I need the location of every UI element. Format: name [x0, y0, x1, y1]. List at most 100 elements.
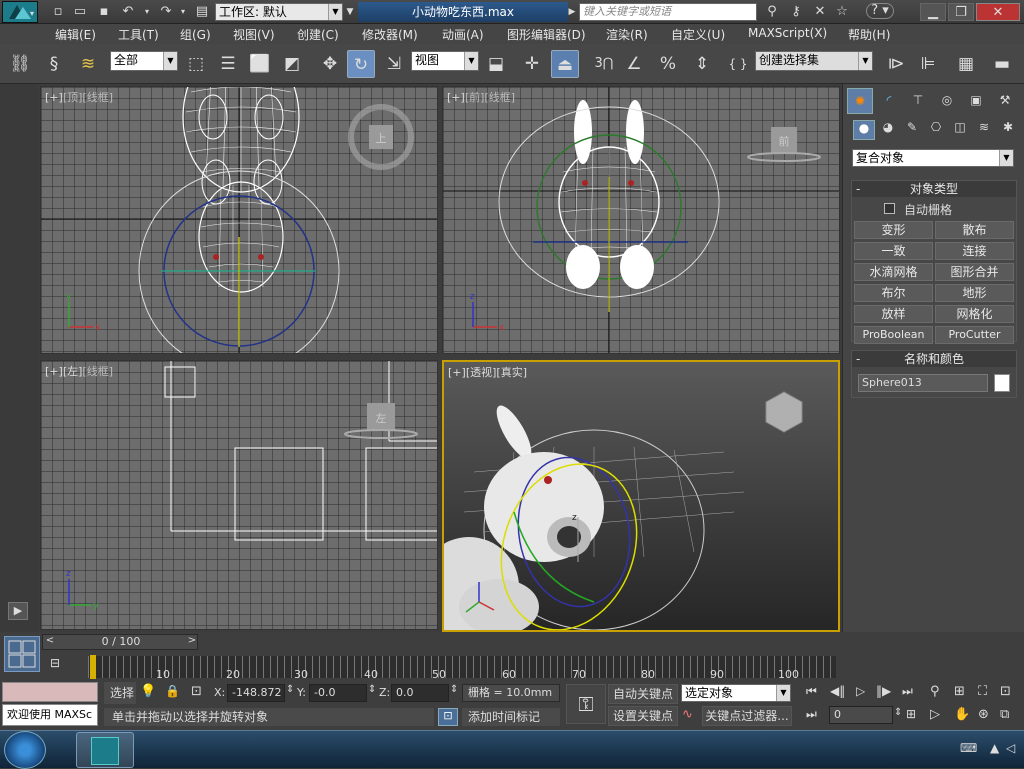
name-and-color-header[interactable]: - 名称和颜色: [852, 351, 1016, 367]
key-tangent-icon[interactable]: ∿: [682, 707, 700, 722]
viewport-top[interactable]: 上 x y [+][顶][线框]: [40, 86, 438, 354]
select-and-manipulate-icon[interactable]: ✛: [518, 50, 546, 78]
create-tab-icon[interactable]: ✺: [847, 88, 873, 114]
selection-filter-dropdown[interactable]: 全部 ▼: [110, 51, 178, 71]
menu-group[interactable]: 组(G): [180, 26, 211, 43]
go-to-start-icon[interactable]: ⏮: [806, 684, 817, 699]
redo-dropdown-icon[interactable]: ▾: [178, 3, 188, 21]
viewport-perspective[interactable]: z [+][透视][真实]: [442, 360, 840, 632]
orbit-icon[interactable]: ⊛: [978, 707, 989, 722]
keyboard-shortcut-override-icon[interactable]: ⏏: [551, 50, 579, 78]
viewport-shading[interactable]: [真实]: [496, 366, 527, 379]
x-spinner-icon[interactable]: ⇕: [286, 684, 294, 695]
frame-spinner-icon[interactable]: ⇕: [894, 707, 902, 718]
play-icon[interactable]: ▷: [856, 684, 865, 698]
viewport-point-of-view[interactable]: [透视]: [466, 366, 497, 379]
select-and-link-icon[interactable]: ⛓: [6, 50, 34, 78]
close-button[interactable]: ✕: [976, 3, 1020, 21]
unlink-selection-icon[interactable]: §: [40, 50, 68, 78]
go-to-end-icon[interactable]: ⏭: [902, 684, 913, 699]
current-frame-input[interactable]: 0: [829, 706, 893, 724]
menu-tools[interactable]: 工具(T): [118, 26, 159, 43]
taskbar-3dsmax-button[interactable]: [76, 732, 134, 768]
helpers-icon[interactable]: ◫: [949, 120, 971, 134]
snaps-toggle-icon[interactable]: 3⋂: [590, 50, 618, 78]
menu-rendering[interactable]: 渲染(R): [606, 26, 648, 43]
connect-button[interactable]: 连接: [935, 242, 1014, 260]
boolean-button[interactable]: 布尔: [854, 284, 933, 302]
mesher-button[interactable]: 网格化: [935, 305, 1014, 323]
maximize-viewport-icon[interactable]: ⧉: [1000, 707, 1009, 722]
cameras-icon[interactable]: ⎔: [925, 120, 947, 134]
scatter-button[interactable]: 散布: [935, 221, 1014, 239]
communication-center-icon[interactable]: ✕: [810, 3, 830, 21]
morph-button[interactable]: 变形: [854, 221, 933, 239]
viewport-shading[interactable]: [线框]: [82, 91, 113, 104]
menu-help[interactable]: 帮助(H): [848, 26, 890, 43]
x-coordinate-input[interactable]: -148.872: [227, 684, 285, 702]
front-viewcube-label[interactable]: 前: [779, 134, 790, 148]
align-icon[interactable]: ⊫: [914, 50, 942, 78]
zoom-extents-all-icon[interactable]: ⊡: [1000, 684, 1011, 699]
menu-modifiers[interactable]: 修改器(M): [362, 26, 418, 43]
field-of-view-icon[interactable]: ▷: [930, 707, 940, 722]
maxscript-input[interactable]: 欢迎使用 MAXSc: [2, 704, 98, 726]
percent-snap-icon[interactable]: %: [654, 50, 682, 78]
open-file-icon[interactable]: ▭: [70, 3, 90, 21]
display-tab-icon[interactable]: ▣: [963, 88, 989, 114]
select-object-icon[interactable]: ⬚: [182, 50, 210, 78]
menu-graph-editors[interactable]: 图形编辑器(D): [507, 26, 586, 43]
autogrid-checkbox-row[interactable]: 自动栅格: [884, 201, 1004, 217]
utilities-tab-icon[interactable]: ⚒: [992, 88, 1018, 114]
maxscript-listener-mini[interactable]: [2, 682, 98, 702]
mirror-icon[interactable]: ⧐: [882, 50, 910, 78]
viewport-menu-plus[interactable]: [+]: [448, 366, 466, 379]
tray-expand-icon[interactable]: ▲: [990, 741, 999, 755]
viewport-shading[interactable]: [线框]: [82, 365, 113, 378]
pivot-center-icon[interactable]: ⬓: [482, 50, 510, 78]
top-viewcube-label[interactable]: 上: [376, 132, 387, 145]
loft-button[interactable]: 放样: [854, 305, 933, 323]
rect-selection-region-icon[interactable]: ⬜: [246, 50, 274, 78]
edit-named-selection-icon[interactable]: { }: [724, 50, 752, 78]
viewport-top-label[interactable]: [+][顶][线框]: [45, 89, 113, 105]
reference-coordinate-dropdown[interactable]: 视图 ▼: [411, 51, 479, 71]
angle-snap-icon[interactable]: ∠: [620, 50, 648, 78]
absolute-mode-icon[interactable]: ⊡: [191, 684, 207, 699]
favorites-star-icon[interactable]: ☆: [832, 3, 852, 21]
y-coordinate-input[interactable]: -0.0: [309, 684, 367, 702]
viewport-left-label[interactable]: [+][左][线框]: [45, 363, 113, 379]
select-and-rotate-icon[interactable]: ↻: [347, 50, 375, 78]
lights-icon[interactable]: ✎: [901, 120, 923, 134]
auto-key-button[interactable]: 自动关键点: [608, 684, 678, 704]
procutter-button[interactable]: ProCutter: [935, 326, 1014, 344]
autogrid-checkbox[interactable]: [884, 203, 895, 214]
proboolean-button[interactable]: ProBoolean: [854, 326, 933, 344]
selection-lock-icon[interactable]: 🔒: [165, 684, 180, 698]
save-file-icon[interactable]: ▪: [94, 3, 114, 21]
project-folder-icon[interactable]: ▤: [192, 3, 212, 21]
time-marker[interactable]: [90, 655, 96, 679]
isolate-selection-icon[interactable]: 💡: [140, 684, 156, 699]
time-slider[interactable]: < 0 / 100 >: [42, 634, 198, 650]
expand-panel-arrow-icon[interactable]: ▶: [8, 602, 28, 620]
z-coordinate-input[interactable]: 0.0: [391, 684, 449, 702]
terrain-button[interactable]: 地形: [935, 284, 1014, 302]
viewport-menu-plus[interactable]: [+]: [45, 91, 63, 104]
binoculars-icon[interactable]: ⚲: [762, 3, 782, 21]
viewport-menu-plus[interactable]: [+]: [45, 365, 63, 378]
viewport-point-of-view[interactable]: [左]: [63, 365, 83, 378]
bind-to-space-warp-icon[interactable]: ≋: [74, 50, 102, 78]
start-button-icon[interactable]: [4, 731, 46, 769]
blobmesh-button[interactable]: 水滴网格: [854, 263, 933, 281]
conform-button[interactable]: 一致: [854, 242, 933, 260]
object-category-dropdown[interactable]: 复合对象 ▼: [852, 149, 1014, 167]
systems-icon[interactable]: ✱: [997, 120, 1019, 134]
shapemerge-button[interactable]: 图形合并: [935, 263, 1014, 281]
key-mode-toggle-icon[interactable]: ⏭: [806, 707, 817, 722]
hierarchy-tab-icon[interactable]: ⊤: [905, 88, 931, 114]
key-filters-button[interactable]: 关键点过滤器...: [702, 706, 792, 726]
info-center-arrow-icon[interactable]: ▶: [566, 3, 578, 21]
workspace-more-icon[interactable]: ▼: [344, 3, 356, 21]
shapes-icon[interactable]: ◕: [877, 120, 899, 134]
